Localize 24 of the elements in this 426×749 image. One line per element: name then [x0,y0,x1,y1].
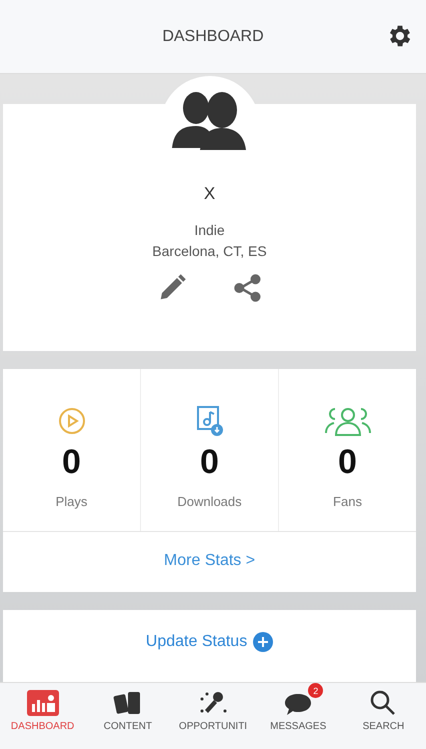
nav-tab[interactable]: DASHBOARD [0,683,86,749]
profile-location: Barcelona, CT, ES [152,243,267,259]
nav-tab[interactable]: CONTENT [85,683,170,749]
page-title: DASHBOARD [162,28,264,46]
stat-label: Plays [56,494,88,509]
group-icon [322,405,372,437]
update-status-link[interactable]: Update Status [146,633,248,651]
nav-tab[interactable]: SEARCH [340,683,426,749]
stat-label: Downloads [177,494,242,509]
unread-badge: 2 [308,683,324,698]
add-icon[interactable] [253,632,274,652]
share-icon[interactable] [232,273,262,303]
stat-label: Fans [333,494,362,509]
profile-name: X [204,184,216,204]
music-download-icon [194,405,224,437]
chart-icon [26,689,60,717]
play-icon [56,405,86,437]
stat-value: 0 [62,443,81,482]
nav-tab[interactable]: 2 MESSAGES [256,683,341,749]
stat-value: 0 [200,443,219,482]
stat-value: 0 [338,443,357,482]
nav-tab[interactable]: OPPORTUNITI [170,683,256,749]
cards-icon [112,689,143,717]
profile-genre: Indie [194,222,225,238]
